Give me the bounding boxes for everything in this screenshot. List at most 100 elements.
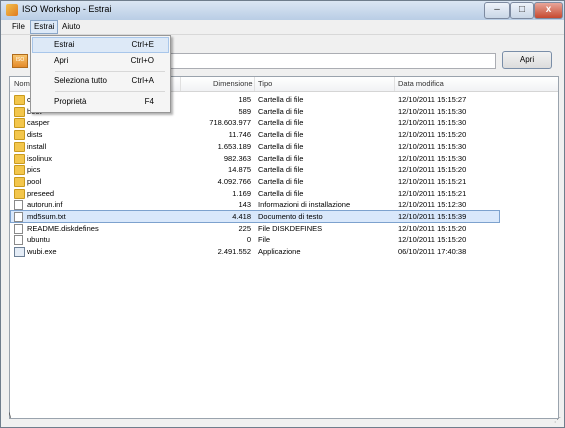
menu-estrai[interactable]: Estrai bbox=[30, 20, 59, 34]
menu-aiuto[interactable]: Aiuto bbox=[59, 21, 83, 33]
file-type: Cartella di file bbox=[258, 95, 304, 104]
menu-separator bbox=[55, 71, 165, 72]
folder-icon bbox=[14, 118, 25, 129]
file-type: Cartella di file bbox=[258, 188, 304, 198]
file-name: preseed bbox=[27, 188, 55, 198]
file-name: wubi.exe bbox=[27, 247, 57, 257]
file-name: autorun.inf bbox=[27, 200, 63, 210]
file-type: Cartella di file bbox=[258, 153, 304, 163]
file-type: Cartella di file bbox=[258, 141, 304, 151]
file-name: dists bbox=[27, 130, 43, 140]
file-size: 4.092.766 bbox=[217, 176, 251, 186]
menu-file[interactable]: File bbox=[9, 21, 28, 33]
file-date: 12/10/2011 15:15:30 bbox=[398, 141, 467, 151]
minimize-button[interactable]: – bbox=[484, 2, 510, 19]
table-row[interactable]: autorun.inf 143 Informazioni di installazi… bbox=[11, 199, 499, 211]
file-name: casper bbox=[27, 118, 50, 128]
table-row[interactable]: isolinux 982.363 Cartella di file 12/10/201… bbox=[11, 153, 499, 164]
folder-icon bbox=[14, 188, 25, 199]
menu-item-estrai[interactable]: Estrai Ctrl+E bbox=[32, 37, 169, 53]
file-date: 12/10/2011 15:15:20 bbox=[398, 223, 467, 233]
file-size: 225 bbox=[238, 223, 251, 233]
file-name: isolinux bbox=[27, 153, 53, 163]
file-date: 12/10/2011 15:12:30 bbox=[398, 200, 467, 210]
file-name: ubuntu bbox=[27, 235, 50, 245]
file-type: Informazioni di installazione bbox=[258, 200, 351, 210]
file-size: 982.363 bbox=[223, 153, 251, 163]
window-title: ISO Workshop - Estrai bbox=[22, 4, 112, 14]
table-row[interactable]: dists 11.746 Cartella di file 12/10/2011 15… bbox=[11, 129, 499, 141]
table-row[interactable]: install 1.653.189 Cartella di file 12/10/20… bbox=[11, 141, 499, 152]
menu-item-seleziona-tutto[interactable]: Seleziona tutto Ctrl+A bbox=[33, 74, 168, 88]
menu-item-shortcut: F4 bbox=[144, 97, 154, 106]
file-size: 1.653.189 bbox=[217, 141, 251, 151]
file-date: 12/10/2011 15:15:21 bbox=[398, 188, 467, 198]
file-size: 185 bbox=[238, 95, 251, 104]
file-date: 12/10/2011 15:15:30 bbox=[398, 153, 467, 163]
iso-file-icon: ISO bbox=[12, 54, 28, 68]
table-row[interactable]: ubuntu 0 File 12/10/2011 15:15:20 bbox=[11, 234, 499, 246]
table-row[interactable]: README.diskdefines 225 File DISKDEFINES 12/… bbox=[11, 223, 499, 234]
menu-item-label: Seleziona tutto bbox=[54, 76, 107, 85]
folder-icon bbox=[14, 153, 25, 164]
menu-item-apri[interactable]: Apri Ctrl+O bbox=[33, 54, 168, 68]
file-date: 12/10/2011 15:15:20 bbox=[398, 235, 467, 245]
iso-workshop-icon bbox=[6, 4, 18, 16]
menu-item-proprieta[interactable]: Proprietà F4 bbox=[33, 95, 168, 109]
file-type: Cartella di file bbox=[258, 130, 304, 140]
folder-icon bbox=[14, 141, 25, 152]
folder-icon bbox=[14, 95, 25, 105]
menu-item-shortcut: Ctrl+A bbox=[131, 76, 154, 85]
file-type: Applicazione bbox=[258, 247, 301, 257]
column-divider[interactable] bbox=[254, 77, 255, 91]
table-row[interactable]: pool 4.092.766 Cartella di file 12/10/2011 … bbox=[11, 176, 499, 187]
file-name: pool bbox=[27, 176, 42, 186]
file-type: Cartella di file bbox=[258, 106, 304, 116]
column-size[interactable]: Dimensione bbox=[213, 79, 253, 88]
file-size: 143 bbox=[238, 200, 251, 210]
menu-item-shortcut: Ctrl+O bbox=[130, 56, 154, 65]
file-type: File bbox=[258, 235, 271, 245]
file-size: 11.746 bbox=[228, 130, 251, 140]
file-date: 12/10/2011 15:15:30 bbox=[398, 118, 467, 128]
maximize-button[interactable]: □ bbox=[510, 2, 534, 19]
column-date[interactable]: Data modifica bbox=[398, 79, 444, 88]
file-name: md5sum.txt bbox=[27, 212, 66, 221]
file-date: 12/10/2011 15:15:20 bbox=[398, 130, 467, 140]
file-date: 06/10/2011 17:40:38 bbox=[398, 247, 467, 257]
table-row[interactable]: preseed 1.169 Cartella di file 12/10/2011 1… bbox=[11, 188, 499, 199]
file-size: 2.491.552 bbox=[217, 247, 251, 257]
column-divider[interactable] bbox=[394, 77, 395, 91]
table-row[interactable]: pics 14.875 Cartella di file 12/10/2011 15:… bbox=[11, 164, 499, 176]
resize-grip-icon[interactable]: ⋰ bbox=[554, 416, 561, 424]
file-name: install bbox=[27, 141, 47, 151]
file-size: 1.169 bbox=[232, 188, 251, 198]
menu-item-shortcut: Ctrl+E bbox=[131, 40, 154, 49]
file-type: Cartella di file bbox=[258, 118, 304, 128]
file-type: File DISKDEFINES bbox=[258, 223, 323, 233]
menu-item-label: Apri bbox=[54, 56, 69, 65]
folder-icon bbox=[14, 165, 25, 176]
table-row[interactable]: md5sum.txt 4.418 Documento di testo 12/10/2… bbox=[10, 210, 500, 223]
table-row[interactable]: wubi.exe 2.491.552 Applicazione 06/10/2011 … bbox=[11, 246, 499, 258]
file-icon bbox=[14, 235, 23, 246]
file-size: 718.603.977 bbox=[209, 118, 251, 128]
folder-icon bbox=[14, 130, 25, 141]
column-type[interactable]: Tipo bbox=[258, 79, 272, 88]
menu-separator bbox=[55, 91, 165, 92]
table-row[interactable]: casper 718.603.977 Cartella di file 12/10/2… bbox=[11, 117, 499, 129]
file-date: 12/10/2011 15:15:27 bbox=[398, 95, 467, 104]
file-icon bbox=[14, 223, 23, 234]
file-size: 4.418 bbox=[232, 212, 251, 221]
file-date: 12/10/2011 15:15:30 bbox=[398, 106, 467, 116]
column-divider[interactable] bbox=[180, 77, 181, 91]
file-type: Documento di testo bbox=[258, 212, 323, 221]
file-list[interactable]: Nome Dimensione Tipo Data modifica caspe… bbox=[9, 76, 559, 419]
close-button[interactable]: x bbox=[534, 2, 563, 19]
file-type: Cartella di file bbox=[258, 176, 304, 186]
file-icon bbox=[14, 200, 23, 211]
file-size: 589 bbox=[238, 106, 251, 116]
file-size: 14.875 bbox=[228, 165, 251, 175]
title-bar[interactable]: ISO Workshop - Estrai – □ x bbox=[1, 1, 564, 20]
open-button[interactable]: Apri bbox=[502, 51, 552, 69]
